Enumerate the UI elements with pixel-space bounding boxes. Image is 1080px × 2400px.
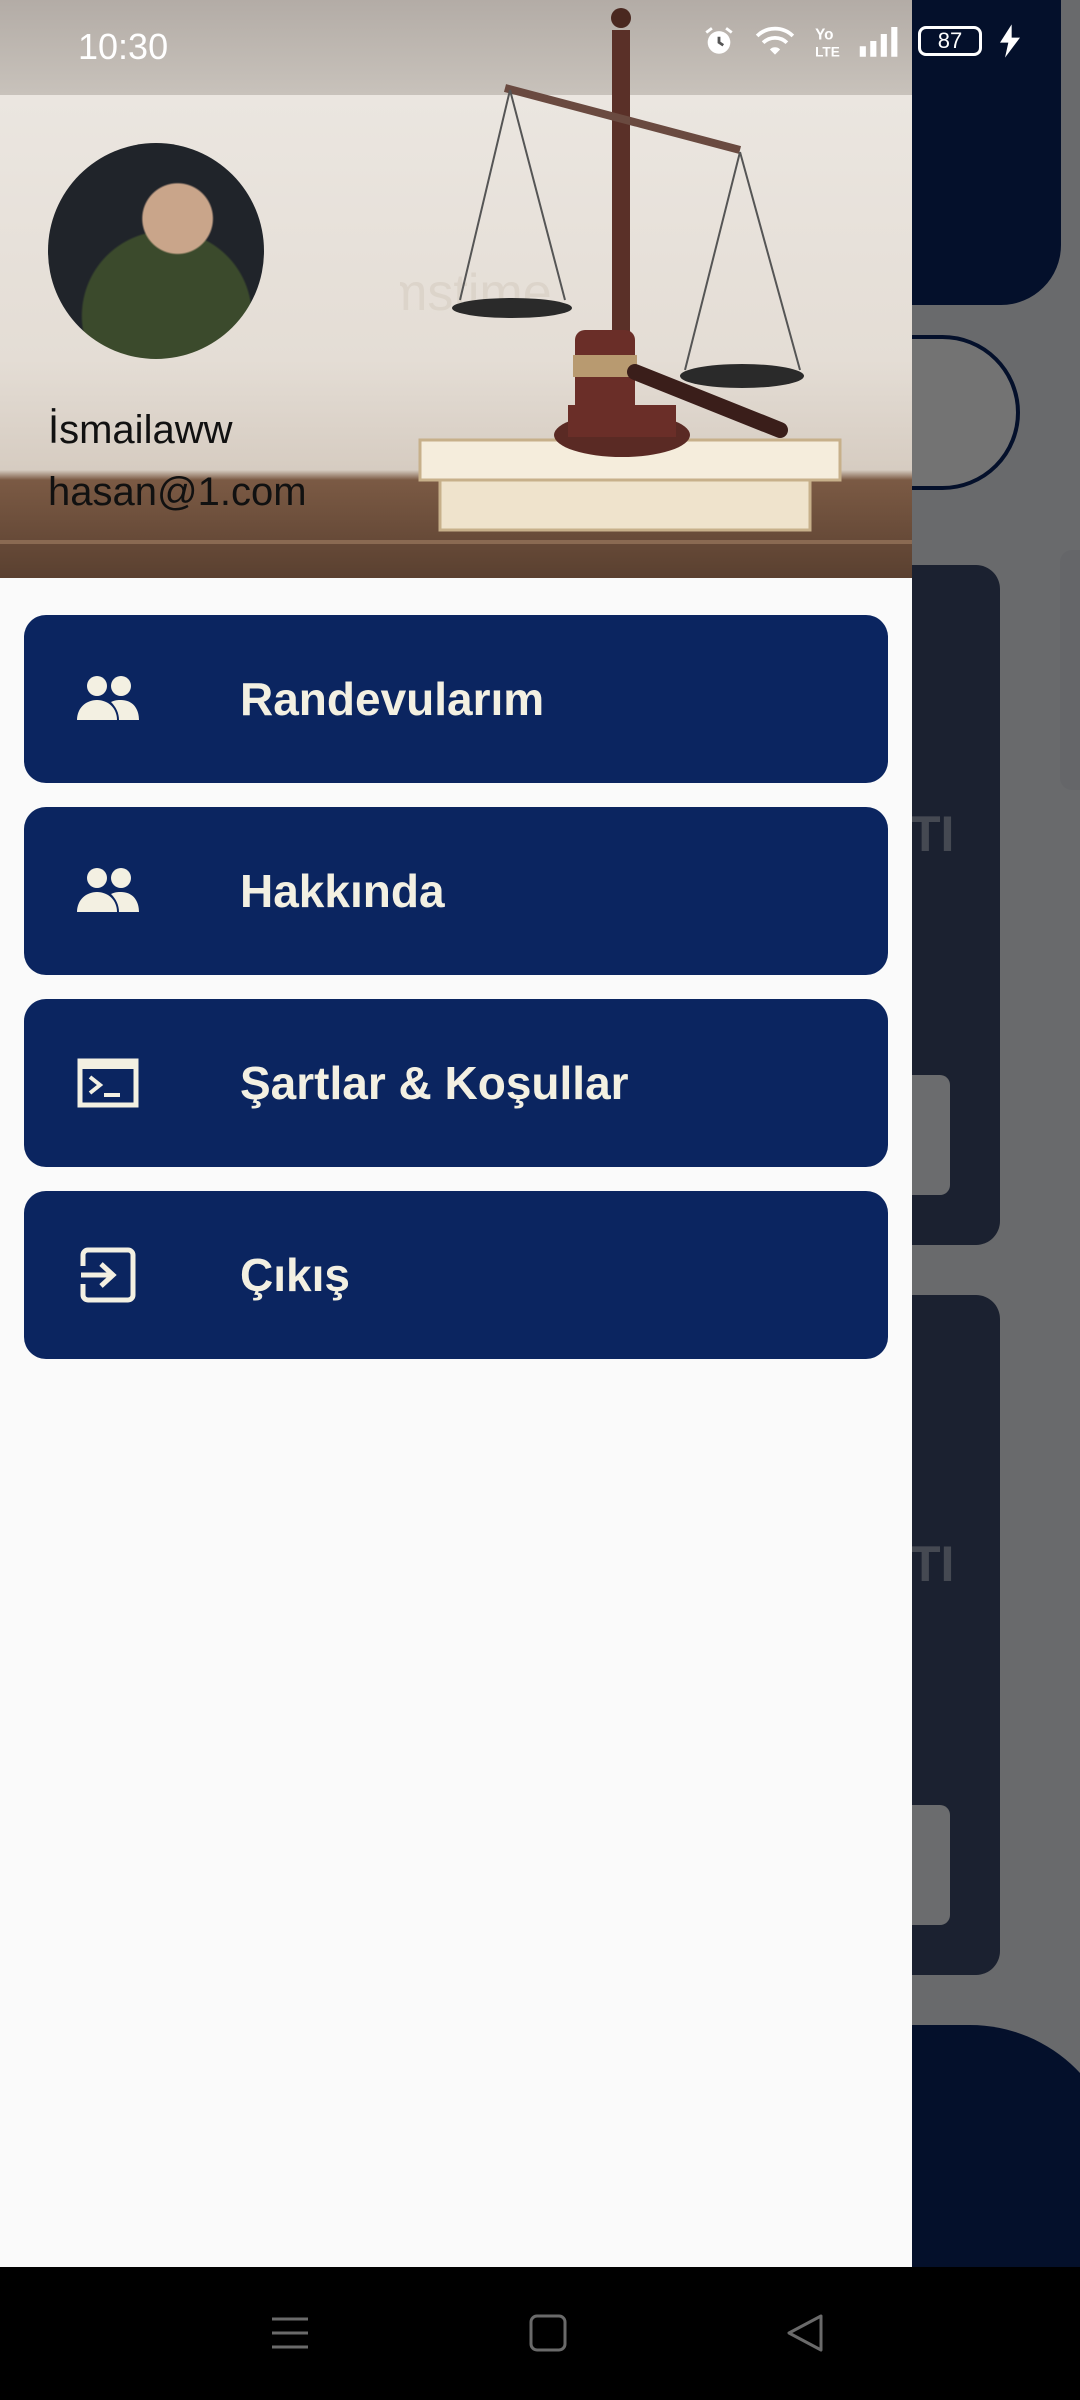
signal-icon [858,25,900,57]
menu-item-sartlar-kosullar[interactable]: Şartlar & Koşullar [24,999,888,1167]
charging-icon [1000,24,1020,58]
system-navigation-bar [0,2267,1080,2400]
svg-text:LTE: LTE [815,44,840,58]
menu-label: Çıkış [240,1249,350,1301]
menu-label: Randevularım [240,673,545,725]
volte-icon: Yo LTE [814,24,840,58]
menu-item-cikis[interactable]: Çıkış [24,1191,888,1359]
people-icon [72,855,144,927]
battery-level: 87 [937,28,963,53]
menu-icon[interactable] [260,2303,320,2363]
user-name: İsmailaww [48,408,233,452]
people-icon [72,663,144,735]
menu-item-hakkinda[interactable]: Hakkında [24,807,888,975]
svg-text:Yo: Yo [815,26,833,43]
user-email: hasan@1.com [48,470,307,514]
navigation-drawer: dreamstime İsmailaww hasan@1.com [0,0,912,2267]
menu-label: Şartlar & Koşullar [240,1057,629,1109]
exit-icon [72,1239,144,1311]
battery-icon: 87 [918,26,982,56]
menu-label: Hakkında [240,865,445,917]
status-time: 10:30 [78,26,169,67]
menu-item-randevularim[interactable]: Randevularım [24,615,888,783]
terminal-icon [72,1047,144,1119]
status-icons: Yo LTE 87 [702,24,1020,58]
home-icon[interactable] [518,2303,578,2363]
back-icon[interactable] [775,2303,835,2363]
drawer-menu: Randevularım Hakkında Şartlar & Koşullar… [24,615,888,1383]
alarm-icon [702,24,736,58]
avatar[interactable] [48,143,264,359]
wifi-icon [754,24,796,58]
status-bar: 10:30 Yo LTE 87 [0,0,1080,96]
